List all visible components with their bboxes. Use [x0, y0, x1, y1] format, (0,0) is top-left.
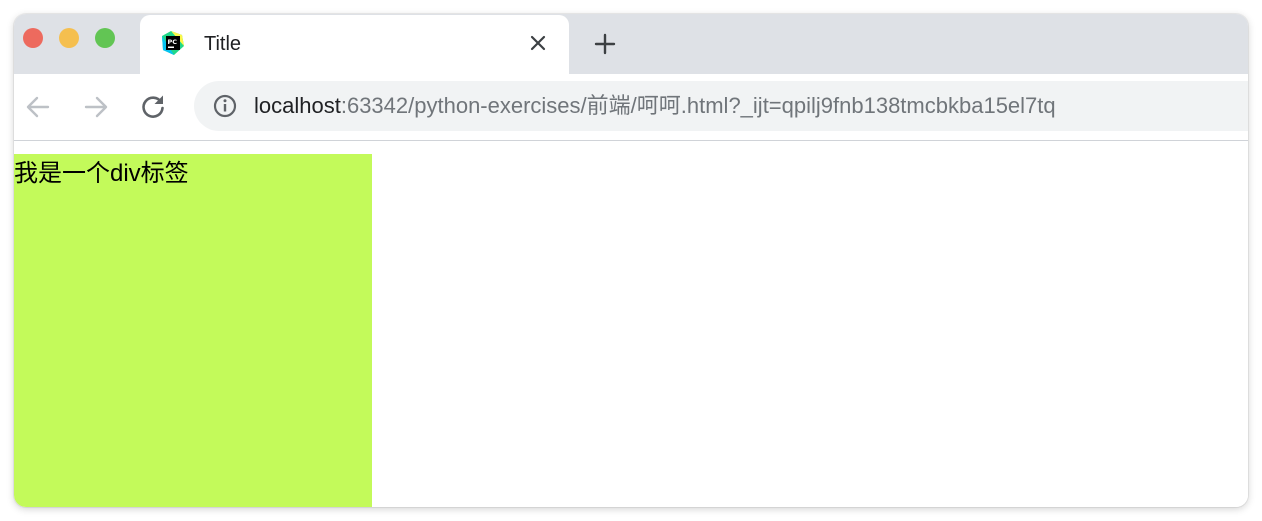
green-div: 我是一个div标签 — [14, 154, 372, 507]
info-icon[interactable] — [212, 93, 238, 119]
address-bar[interactable]: localhost:63342/python-exercises/前端/呵呵.h… — [194, 81, 1248, 131]
div-text: 我是一个div标签 — [14, 160, 189, 187]
active-tab[interactable]: PC Title — [140, 15, 569, 74]
pycharm-icon: PC — [160, 30, 186, 56]
window-maximize-button[interactable] — [95, 28, 115, 48]
window-close-button[interactable] — [23, 28, 43, 48]
tab-title: Title — [204, 33, 242, 55]
url-text: localhost:63342/python-exercises/前端/呵呵.h… — [254, 93, 1056, 119]
plus-icon[interactable] — [590, 29, 620, 59]
url-host: localhost — [254, 93, 341, 118]
page-viewport: 我是一个div标签 — [14, 141, 1248, 507]
svg-text:PC: PC — [168, 38, 178, 46]
arrow-right-icon[interactable] — [80, 91, 112, 123]
arrow-left-icon[interactable] — [22, 91, 54, 123]
close-icon[interactable] — [524, 29, 552, 57]
browser-window: PC Title localhost:63342/python-exercise… — [14, 14, 1248, 507]
url-path: :63342/python-exercises/前端/呵呵.html?_ijt=… — [340, 93, 1056, 118]
tab-strip: PC Title — [14, 14, 1248, 74]
browser-toolbar: localhost:63342/python-exercises/前端/呵呵.h… — [14, 74, 1248, 141]
window-minimize-button[interactable] — [59, 28, 79, 48]
reload-icon[interactable] — [137, 91, 169, 123]
